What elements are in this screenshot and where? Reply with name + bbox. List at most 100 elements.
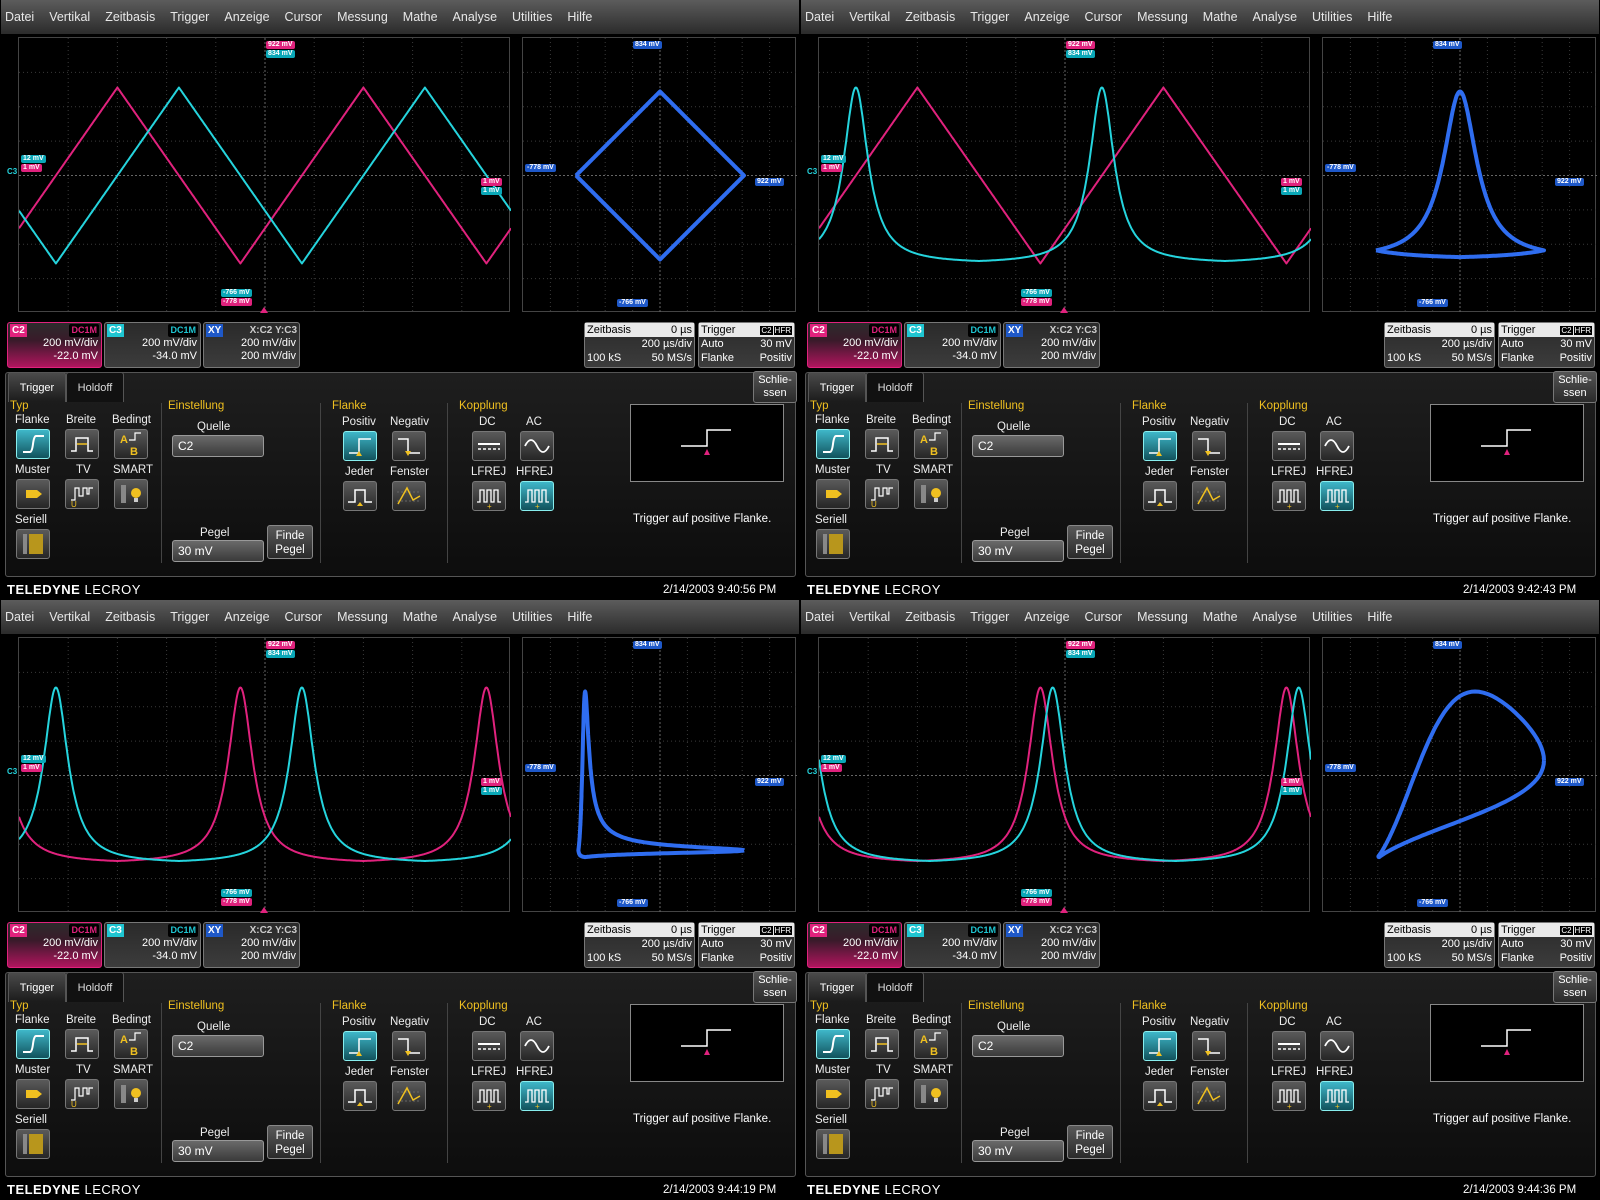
coupling-ac-button[interactable]: [520, 431, 554, 461]
find-level-button[interactable]: Finde Pegel: [267, 1125, 313, 1159]
menu-datei[interactable]: Datei: [5, 610, 34, 624]
slope-window-button[interactable]: [392, 1081, 426, 1111]
slope-either-button[interactable]: [343, 481, 377, 511]
menu-cursor[interactable]: Cursor: [285, 10, 323, 24]
channel-c3-descriptor[interactable]: C3 DC1M 200 mV/div -34.0 mV: [104, 322, 201, 368]
coupling-dc-button[interactable]: [472, 1031, 506, 1061]
menu-vertikal[interactable]: Vertikal: [49, 610, 90, 624]
coupling-hfrej-button[interactable]: +: [520, 481, 554, 511]
typ-flanke-button[interactable]: [816, 429, 850, 459]
typ-muster-button[interactable]: [816, 1079, 850, 1109]
quelle-select[interactable]: C2: [972, 435, 1064, 457]
menu-trigger[interactable]: Trigger: [170, 610, 209, 624]
channel-c3-descriptor[interactable]: C3 DC1M 200 mV/div -34.0 mV: [904, 322, 1001, 368]
waveform-display[interactable]: 922 mV 834 mV 12 mV 1 mV 1 mV 1 mV -766 …: [18, 637, 511, 913]
menu-utilities[interactable]: Utilities: [512, 10, 552, 24]
coupling-ac-button[interactable]: [1320, 1031, 1354, 1061]
close-button[interactable]: Schlie-ssen: [753, 971, 797, 1003]
quelle-select[interactable]: C2: [172, 1035, 264, 1057]
menu-analyse[interactable]: Analyse: [453, 10, 497, 24]
menu-messung[interactable]: Messung: [1137, 610, 1188, 624]
typ-muster-button[interactable]: [16, 1079, 50, 1109]
slope-either-button[interactable]: [343, 1081, 377, 1111]
slope-positive-button[interactable]: [343, 1031, 377, 1061]
menu-trigger[interactable]: Trigger: [970, 610, 1009, 624]
menu-hilfe[interactable]: Hilfe: [1367, 610, 1392, 624]
menu-anzeige[interactable]: Anzeige: [1024, 10, 1069, 24]
close-button[interactable]: Schlie-ssen: [753, 371, 797, 403]
trigger-position-marker[interactable]: [260, 307, 268, 313]
typ-smart-button[interactable]: [914, 479, 948, 509]
waveform-display[interactable]: 922 mV 834 mV 12 mV 1 mV 1 mV 1 mV -766 …: [818, 637, 1311, 913]
menu-cursor[interactable]: Cursor: [285, 610, 323, 624]
menu-hilfe[interactable]: Hilfe: [567, 10, 592, 24]
tab-holdoff[interactable]: Holdoff: [66, 972, 124, 1002]
menu-analyse[interactable]: Analyse: [1253, 610, 1297, 624]
close-button[interactable]: Schlie-ssen: [1553, 971, 1597, 1003]
typ-flanke-button[interactable]: [16, 1029, 50, 1059]
menu-mathe[interactable]: Mathe: [1203, 10, 1238, 24]
waveform-display[interactable]: 922 mV 834 mV 12 mV 1 mV 1 mV 1 mV -766 …: [18, 37, 511, 313]
menu-utilities[interactable]: Utilities: [1312, 610, 1352, 624]
slope-positive-button[interactable]: [1143, 431, 1177, 461]
trigger-descriptor[interactable]: Trigger C2 HFR Auto 30 mV Flanke Positiv: [1498, 922, 1595, 968]
pegel-input[interactable]: 30 mV: [972, 540, 1064, 562]
typ-seriell-button[interactable]: [816, 529, 850, 559]
typ-bedingt-button[interactable]: AB: [914, 1029, 948, 1059]
menu-messung[interactable]: Messung: [1137, 10, 1188, 24]
coupling-dc-button[interactable]: [1272, 431, 1306, 461]
tab-holdoff[interactable]: Holdoff: [866, 372, 924, 402]
channel-c2-descriptor[interactable]: C2 DC1M 200 mV/div -22.0 mV: [807, 322, 902, 368]
tab-holdoff[interactable]: Holdoff: [66, 372, 124, 402]
menu-hilfe[interactable]: Hilfe: [1367, 10, 1392, 24]
slope-positive-button[interactable]: [343, 431, 377, 461]
quelle-select[interactable]: C2: [172, 435, 264, 457]
slope-either-button[interactable]: [1143, 481, 1177, 511]
menu-zeitbasis[interactable]: Zeitbasis: [905, 610, 955, 624]
channel-c3-descriptor[interactable]: C3 DC1M 200 mV/div -34.0 mV: [904, 922, 1001, 968]
timebase-descriptor[interactable]: Zeitbasis 0 µs 200 µs/div 100 kS 50 MS/s: [584, 322, 695, 368]
typ-tv-button[interactable]: U: [65, 479, 99, 509]
xy-display[interactable]: 834 mV -778 mV 922 mV -766 mV: [522, 37, 797, 313]
timebase-descriptor[interactable]: Zeitbasis 0 µs 200 µs/div 100 kS 50 MS/s: [1384, 922, 1495, 968]
menu-datei[interactable]: Datei: [5, 10, 34, 24]
menu-datei[interactable]: Datei: [805, 10, 834, 24]
xy-display[interactable]: 834 mV -778 mV 922 mV -766 mV: [1322, 37, 1597, 313]
menu-mathe[interactable]: Mathe: [403, 610, 438, 624]
typ-muster-button[interactable]: [16, 479, 50, 509]
menu-mathe[interactable]: Mathe: [403, 10, 438, 24]
slope-window-button[interactable]: [1192, 481, 1226, 511]
typ-breite-button[interactable]: [865, 429, 899, 459]
typ-smart-button[interactable]: [114, 479, 148, 509]
menu-analyse[interactable]: Analyse: [1253, 10, 1297, 24]
coupling-ac-button[interactable]: [1320, 431, 1354, 461]
slope-negative-button[interactable]: [392, 1031, 426, 1061]
coupling-lfrej-button[interactable]: +: [472, 1081, 506, 1111]
menu-zeitbasis[interactable]: Zeitbasis: [905, 10, 955, 24]
menu-anzeige[interactable]: Anzeige: [224, 10, 269, 24]
pegel-input[interactable]: 30 mV: [172, 1140, 264, 1162]
xy-descriptor[interactable]: XY X:C2 Y:C3 200 mV/div 200 mV/div: [203, 322, 300, 368]
coupling-dc-button[interactable]: [1272, 1031, 1306, 1061]
coupling-hfrej-button[interactable]: +: [1320, 1081, 1354, 1111]
xy-display[interactable]: 834 mV -778 mV 922 mV -766 mV: [522, 637, 797, 913]
menu-trigger[interactable]: Trigger: [170, 10, 209, 24]
tab-trigger[interactable]: Trigger: [808, 972, 866, 1002]
typ-muster-button[interactable]: [816, 479, 850, 509]
slope-negative-button[interactable]: [392, 431, 426, 461]
xy-display[interactable]: 834 mV -778 mV 922 mV -766 mV: [1322, 637, 1597, 913]
menu-vertikal[interactable]: Vertikal: [849, 10, 890, 24]
typ-seriell-button[interactable]: [816, 1129, 850, 1159]
coupling-hfrej-button[interactable]: +: [520, 1081, 554, 1111]
typ-breite-button[interactable]: [65, 429, 99, 459]
trigger-position-marker[interactable]: [260, 907, 268, 913]
slope-either-button[interactable]: [1143, 1081, 1177, 1111]
slope-negative-button[interactable]: [1192, 1031, 1226, 1061]
menu-messung[interactable]: Messung: [337, 610, 388, 624]
find-level-button[interactable]: Finde Pegel: [1067, 1125, 1113, 1159]
timebase-descriptor[interactable]: Zeitbasis 0 µs 200 µs/div 100 kS 50 MS/s: [584, 922, 695, 968]
typ-bedingt-button[interactable]: AB: [114, 1029, 148, 1059]
typ-breite-button[interactable]: [65, 1029, 99, 1059]
coupling-lfrej-button[interactable]: +: [1272, 1081, 1306, 1111]
xy-descriptor[interactable]: XY X:C2 Y:C3 200 mV/div 200 mV/div: [1003, 322, 1100, 368]
